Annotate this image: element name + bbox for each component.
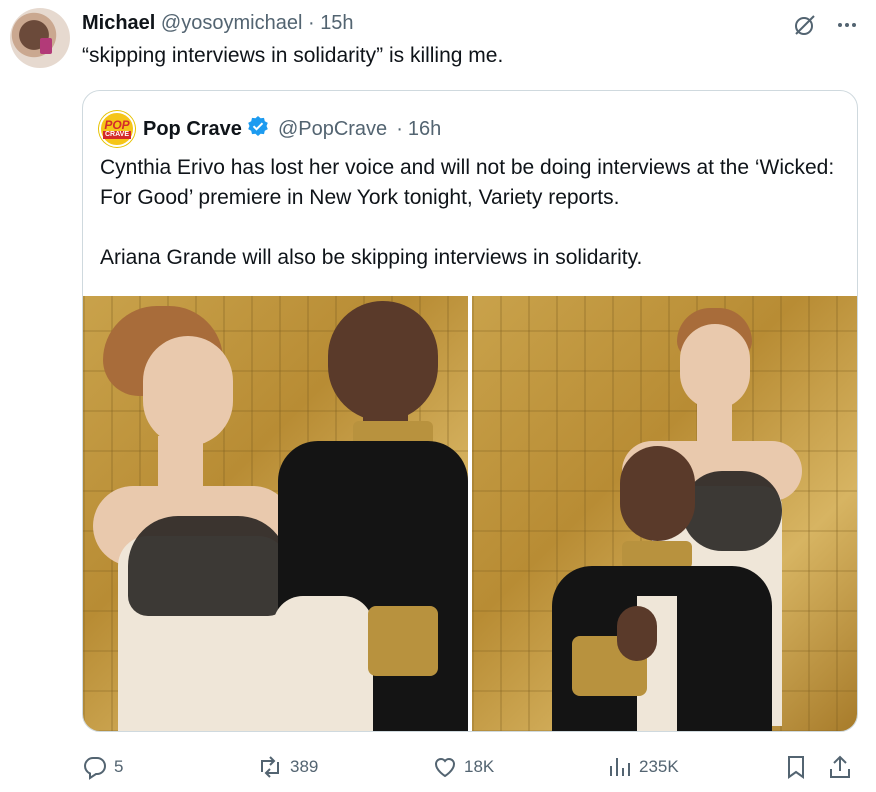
more-icon[interactable] (836, 14, 858, 36)
author-handle[interactable]: @yosoymichael (161, 12, 302, 34)
tweet-text: “skipping interviews in solidarity” is k… (82, 44, 504, 67)
author-name[interactable]: Michael (82, 12, 155, 34)
reply-count: 5 (114, 757, 124, 776)
tweet-time[interactable]: 15h (320, 12, 353, 34)
repost-count: 389 (290, 757, 319, 776)
figure-face (143, 336, 233, 446)
figure-face-2 (680, 324, 750, 409)
top-right-icons (792, 12, 858, 38)
media-grid (83, 296, 857, 731)
figure-lace-2 (682, 471, 782, 551)
author-avatar[interactable] (10, 8, 70, 68)
like-icon (432, 754, 458, 780)
figure-head (328, 301, 438, 421)
bookmark-button[interactable] (784, 754, 808, 780)
views-button[interactable]: 235K (607, 754, 679, 780)
quoted-tweet[interactable]: POP CRAVE Pop Crave @PopCrave · 16h Cynt… (82, 90, 858, 732)
avatar-logo-bottom: CRAVE (103, 130, 131, 139)
photo-left[interactable] (83, 296, 468, 731)
grok-slash-icon[interactable] (792, 12, 818, 38)
bookmark-icon (784, 754, 808, 780)
avatar-logo-top: POP (104, 117, 130, 132)
figure-cuff (368, 606, 438, 676)
quote-text: Cynthia Erivo has lost her voice and wil… (100, 153, 845, 273)
avatar-cup (40, 38, 52, 54)
views-count: 235K (639, 757, 679, 776)
reply-button[interactable]: 5 (82, 754, 123, 780)
like-button[interactable]: 18K (432, 754, 494, 780)
quote-dot: · (396, 117, 403, 140)
action-bar: 5 389 18K 235K (82, 750, 858, 782)
repost-button[interactable]: 389 (256, 754, 318, 780)
figure-head-2 (620, 446, 695, 541)
figure-skirt (273, 596, 373, 731)
quote-header: Pop Crave @PopCrave · 16h (143, 115, 441, 143)
tweet-header: Michael @yosoymichael · 15h (82, 12, 354, 35)
header-dot: · (307, 12, 315, 34)
quote-handle[interactable]: @PopCrave (278, 118, 387, 141)
reply-icon (82, 754, 108, 780)
figure-collar-2 (622, 541, 692, 569)
verified-badge-icon (247, 115, 269, 143)
quote-time[interactable]: 16h (408, 118, 441, 141)
quote-author-name[interactable]: Pop Crave (143, 118, 242, 141)
views-icon (607, 754, 633, 780)
popcrave-avatar[interactable]: POP CRAVE (99, 111, 135, 147)
quote-paragraph-1: Cynthia Erivo has lost her voice and wil… (100, 156, 835, 209)
repost-icon (256, 754, 284, 780)
photo-right[interactable] (472, 296, 857, 731)
quote-paragraph-2: Ariana Grande will also be skipping inte… (100, 246, 643, 269)
share-button[interactable] (828, 754, 852, 780)
like-count: 18K (464, 757, 495, 776)
share-icon (828, 754, 852, 780)
figure-lace (128, 516, 288, 616)
figure-hand (617, 606, 657, 661)
